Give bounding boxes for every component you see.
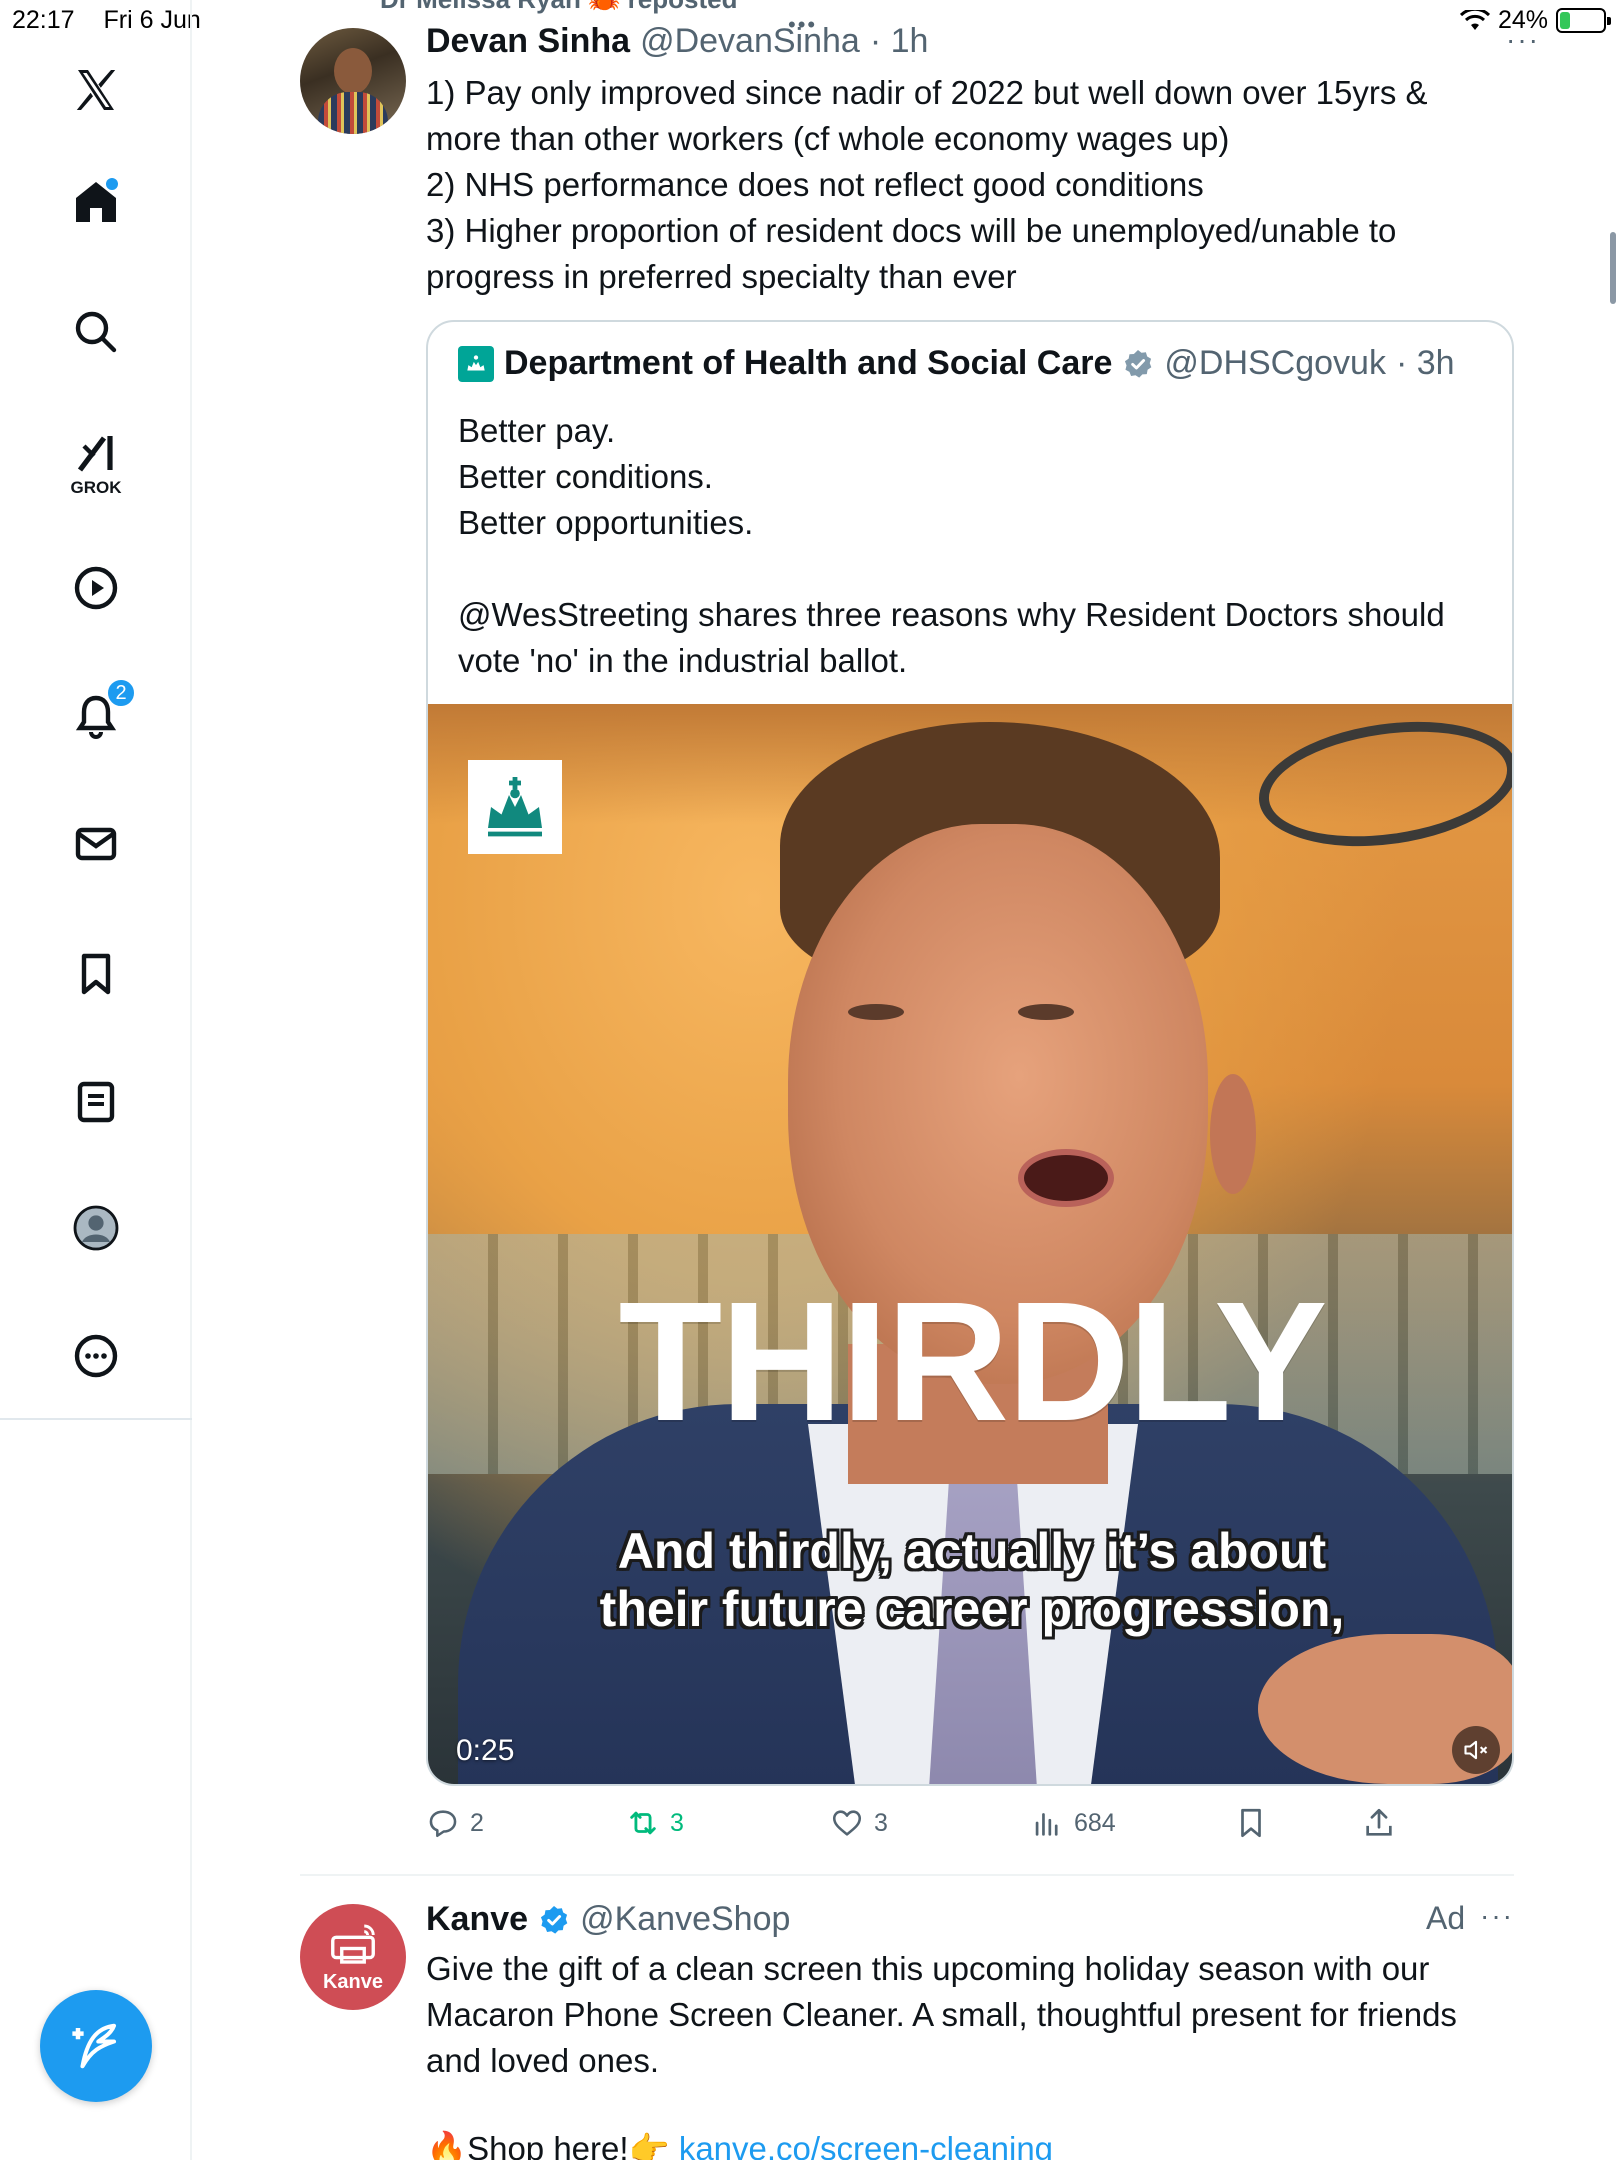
x-logo-icon[interactable] <box>66 60 126 120</box>
battery-icon <box>1556 8 1611 33</box>
advertiser-avatar-label: Kanve <box>322 1970 384 1993</box>
video-subtitle-line1: And thirdly, actually it’s about <box>617 1523 1327 1579</box>
printer-icon <box>331 1924 375 1964</box>
quote-author-handle[interactable]: @DHSCgovuk <box>1164 344 1386 383</box>
avatar[interactable] <box>300 28 406 134</box>
author-handle[interactable]: @DevanSinha <box>640 22 860 61</box>
wifi-icon <box>1459 9 1490 30</box>
advertiser-name[interactable]: Kanve <box>426 1900 528 1939</box>
bookmarks-icon[interactable] <box>66 944 126 1004</box>
tweet-divider <box>300 1874 1514 1876</box>
views-button[interactable]: 684 <box>1030 1806 1116 1840</box>
repost-icon <box>630 1811 656 1835</box>
advertiser-avatar[interactable]: Kanve <box>300 1904 406 2010</box>
search-icon[interactable] <box>66 302 126 362</box>
ad-text: Give the gift of a clean screen this upc… <box>426 1950 1457 2079</box>
scrollbar[interactable] <box>1610 232 1616 304</box>
tweet-text: 1) Pay only improved since nadir of 2022… <box>426 74 1428 295</box>
messages-icon[interactable] <box>66 814 126 874</box>
muted-speaker-icon <box>1464 1740 1488 1760</box>
video-icon[interactable] <box>66 558 126 618</box>
bookmark-icon <box>1241 1808 1261 1838</box>
like-button[interactable]: 3 <box>830 1806 888 1840</box>
sidebar-divider <box>0 1418 192 1420</box>
video-caption-title: THIRDLY <box>618 1267 1327 1457</box>
tweet-more-icon[interactable]: ··· <box>1506 24 1540 56</box>
ad-header: Kanve @KanveShop <box>426 1900 790 1939</box>
verified-gray-icon <box>1125 349 1152 378</box>
ad-link[interactable]: kanve.co/screen-cleaning <box>679 2130 1053 2160</box>
reply-button[interactable]: 2 <box>426 1806 484 1840</box>
views-count: 684 <box>1074 1808 1116 1837</box>
ad-more-icon[interactable]: ··· <box>1480 1900 1514 1932</box>
quote-author-name[interactable]: Department of Health and Social Care <box>504 344 1112 383</box>
share-button[interactable] <box>1362 1806 1396 1840</box>
mute-button[interactable] <box>1452 1726 1500 1774</box>
reply-count: 2 <box>470 1808 484 1837</box>
sidebar-nav: GROK 2 <box>0 0 192 2160</box>
video-subtitle-line2: their future career progression, <box>599 1581 1345 1637</box>
quote-header: Department of Health and Social Care @DH… <box>458 344 1455 383</box>
profile-icon[interactable] <box>66 1198 126 1258</box>
quote-time[interactable]: · 3h <box>1396 344 1455 383</box>
bookmark-button[interactable] <box>1234 1806 1268 1840</box>
lists-icon[interactable] <box>66 1072 126 1132</box>
like-count: 3 <box>874 1808 888 1837</box>
compose-icon <box>72 2023 117 2069</box>
share-icon <box>1366 1808 1392 1836</box>
views-icon <box>1035 1813 1058 1836</box>
government-crest-icon <box>468 760 562 854</box>
tweet-time[interactable]: · 1h <box>870 22 929 61</box>
dhsc-logo-icon <box>458 345 494 382</box>
grok-icon[interactable] <box>66 424 126 484</box>
reply-icon <box>429 1810 457 1838</box>
home-notification-dot <box>106 178 118 190</box>
tweet-actions: 2 3 3 684 <box>426 1806 1436 1846</box>
more-icon[interactable] <box>66 1326 126 1386</box>
grok-label: GROK <box>70 478 122 497</box>
notifications-icon[interactable]: 2 <box>66 678 136 746</box>
advertiser-handle[interactable]: @KanveShop <box>580 1900 790 1939</box>
repost-count: 3 <box>670 1808 684 1837</box>
verified-blue-icon <box>540 1905 568 1934</box>
quoted-tweet[interactable]: Department of Health and Social Care @DH… <box>426 320 1514 1786</box>
home-icon[interactable] <box>66 172 126 232</box>
video-duration: 0:25 <box>456 1734 515 1767</box>
tweet-header: Devan Sinha @DevanSinha · 1h <box>426 22 928 61</box>
ad-cta-text: 🔥Shop here!👉 <box>426 2130 679 2160</box>
quote-text: Better pay. Better conditions. Better op… <box>458 412 1445 679</box>
heart-icon <box>832 1810 862 1836</box>
ad-label: Ad <box>1426 1900 1466 1936</box>
ad-cta: 🔥Shop here!👉 kanve.co/screen-cleaning <box>426 2130 1053 2160</box>
author-name[interactable]: Devan Sinha <box>426 22 630 61</box>
video-player[interactable]: THIRDLY And thirdly, actually it’s about… <box>428 704 1512 1784</box>
notifications-badge: 2 <box>106 678 136 708</box>
repost-button[interactable]: 3 <box>626 1806 684 1840</box>
compose-button[interactable] <box>40 1990 152 2102</box>
repost-context[interactable]: Dr Melissa Ryan 🦀 reposted <box>380 0 738 15</box>
